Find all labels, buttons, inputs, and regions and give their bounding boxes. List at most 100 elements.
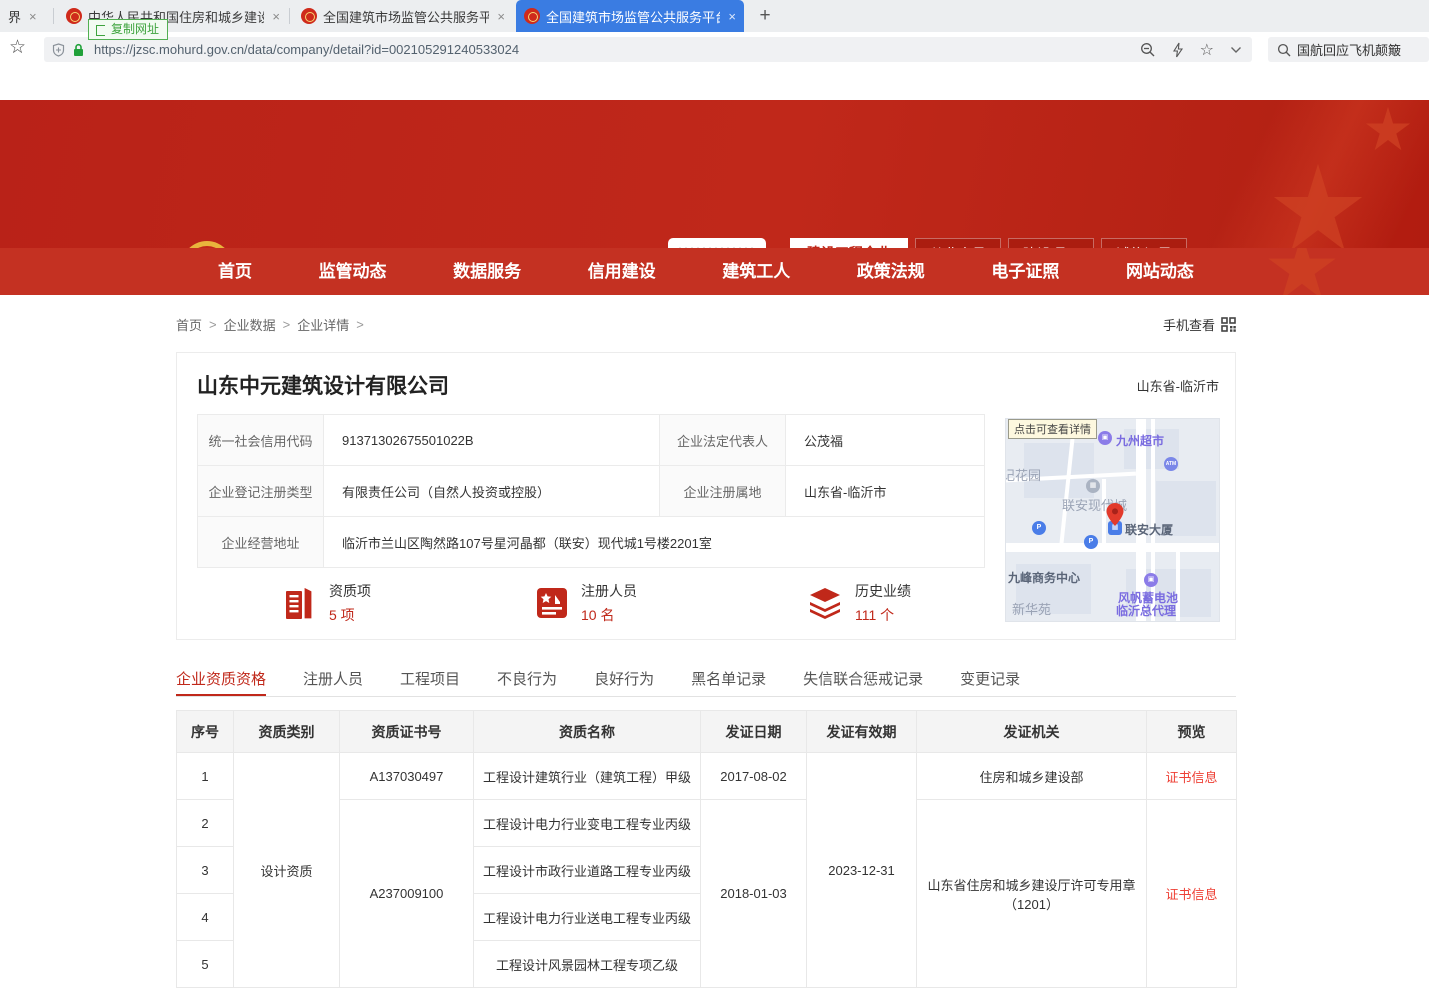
zoom-out-icon[interactable] bbox=[1140, 42, 1156, 58]
new-tab-button[interactable]: + bbox=[752, 4, 778, 28]
address-bar[interactable]: https://jzsc.mohurd.gov.cn/data/company/… bbox=[44, 37, 1252, 62]
breadcrumb-company-data[interactable]: 企业数据 bbox=[224, 315, 276, 334]
site-favicon bbox=[524, 8, 540, 24]
battery-shop-poi-icon[interactable]: ▣ bbox=[1144, 573, 1158, 587]
tab-bad-behavior[interactable]: 不良行为 bbox=[497, 666, 557, 696]
stat-value: 10 名 bbox=[581, 605, 637, 625]
tab-close-icon[interactable]: × bbox=[29, 9, 37, 24]
nav-site-news[interactable]: 网站动态 bbox=[1126, 248, 1194, 295]
decorative-star-icon bbox=[1267, 248, 1337, 295]
map-label: 临沂总代理 bbox=[1116, 602, 1176, 619]
chevron-down-icon[interactable] bbox=[1230, 46, 1242, 54]
credit-code-value: 91371302675501022B bbox=[324, 415, 660, 466]
tab-separator bbox=[53, 8, 54, 24]
company-info-table: 统一社会信用代码 91371302675501022B 企业法定代表人 公茂福 … bbox=[197, 414, 985, 568]
site-header: 中华人民共和国住房和城乡建设部www.mohurd.gov.cn 全国建筑市场监… bbox=[0, 100, 1429, 248]
nav-credit[interactable]: 信用建设 bbox=[588, 248, 656, 295]
tab-title: 全国建筑市场监管公共服务平台 bbox=[546, 7, 720, 26]
nav-home[interactable]: 首页 bbox=[218, 248, 252, 295]
map-label: 联安大厦 bbox=[1125, 521, 1173, 538]
certificate-info-link[interactable]: 证书信息 bbox=[1147, 753, 1237, 800]
map-label: 记花园 bbox=[1005, 465, 1041, 484]
stat-label: 历史业绩 bbox=[855, 581, 911, 601]
certificate-info-link[interactable]: 证书信息 bbox=[1147, 800, 1237, 988]
search-tab-personnel[interactable]: 从业人员 bbox=[915, 238, 1001, 248]
stat-registered-personnel[interactable]: 注册人员 10 名 bbox=[535, 581, 637, 625]
tab-close-icon[interactable]: × bbox=[272, 9, 280, 24]
copy-url-tooltip[interactable]: 复制网址 bbox=[88, 19, 168, 40]
breadcrumb: 首页 > 企业数据 > 企业详情 > bbox=[176, 315, 364, 334]
nav-data-service[interactable]: 数据服务 bbox=[453, 248, 521, 295]
search-tab-project[interactable]: 建设项目 bbox=[1008, 238, 1094, 248]
field-label: 企业经营地址 bbox=[198, 517, 324, 568]
seq-cell: 5 bbox=[177, 941, 234, 988]
browser-search-box[interactable]: 国航回应飞机颠簸 bbox=[1268, 37, 1429, 62]
shield-icon[interactable] bbox=[52, 43, 65, 57]
breadcrumb-home[interactable]: 首页 bbox=[176, 315, 202, 334]
lightning-icon[interactable] bbox=[1172, 42, 1184, 58]
qualification-name-cell: 工程设计电力行业变电工程专业丙级 bbox=[474, 800, 701, 847]
search-icon bbox=[1277, 43, 1291, 57]
breadcrumb-separator: > bbox=[283, 317, 291, 332]
stat-track-record[interactable]: 历史业绩111 个 bbox=[807, 581, 911, 625]
company-region: 山东省-临沂市 bbox=[1137, 376, 1219, 395]
nav-workers[interactable]: 建筑工人 bbox=[722, 248, 790, 295]
https-lock-icon[interactable] bbox=[73, 43, 84, 57]
address-bar-actions: ☆ bbox=[1140, 37, 1242, 62]
nav-e-license[interactable]: 电子证照 bbox=[991, 248, 1059, 295]
location-pin-icon[interactable] bbox=[1106, 503, 1124, 527]
stat-label: 注册人员 bbox=[581, 581, 637, 601]
tab-dishonesty[interactable]: 失信联合惩戒记录 bbox=[803, 666, 923, 696]
nav-supervision[interactable]: 监管动态 bbox=[319, 248, 387, 295]
mobile-view-link[interactable]: 手机查看 bbox=[1163, 315, 1236, 334]
tab-close-icon[interactable]: × bbox=[497, 9, 505, 24]
browser-tab-partial[interactable]: 界 × bbox=[0, 0, 48, 32]
valid-until-cell: 2023-12-31 bbox=[807, 753, 917, 988]
breadcrumb-separator: > bbox=[209, 317, 217, 332]
tab-blacklist[interactable]: 黑名单记录 bbox=[691, 666, 766, 696]
tab-registered-personnel[interactable]: 注册人员 bbox=[303, 666, 363, 696]
search-tab-credit[interactable]: 诚信记录 bbox=[1101, 238, 1187, 248]
category-cell: 设计资质 bbox=[234, 753, 340, 988]
field-label: 统一社会信用代码 bbox=[198, 415, 324, 466]
atm-poi-icon[interactable]: ATM bbox=[1164, 457, 1178, 471]
breadcrumb-separator: > bbox=[356, 317, 364, 332]
column-header: 资质名称 bbox=[474, 711, 701, 753]
browser-tab-strip: 界 × 中华人民共和国住房和城乡建设 × 全国建筑市场监管公共服务平台 × 全国… bbox=[0, 0, 1429, 32]
search-category-tabs: 建设工程企业 从业人员 建设项目 诚信记录 bbox=[790, 238, 1237, 248]
tab-good-behavior[interactable]: 良好行为 bbox=[594, 666, 654, 696]
browser-window: 界 × 中华人民共和国住房和城乡建设 × 全国建筑市场监管公共服务平台 × 全国… bbox=[0, 0, 1429, 996]
browser-tab-jzsc[interactable]: 全国建筑市场监管公共服务平台 × bbox=[293, 0, 513, 32]
tab-projects[interactable]: 工程项目 bbox=[400, 666, 460, 696]
tab-change-records[interactable]: 变更记录 bbox=[960, 666, 1020, 696]
cert-no-cell: A237009100 bbox=[340, 800, 474, 988]
history-layers-icon bbox=[807, 586, 843, 620]
favorite-star-icon[interactable]: ☆ bbox=[1200, 40, 1214, 60]
field-label: 企业登记注册类型 bbox=[198, 466, 324, 517]
tab-qualifications[interactable]: 企业资质资格 bbox=[176, 666, 266, 696]
tab-title: 全国建筑市场监管公共服务平台 bbox=[323, 7, 489, 26]
nav-policy[interactable]: 政策法规 bbox=[857, 248, 925, 295]
company-stats: 资质项5 项 注册人员 10 名 历史业绩111 个 bbox=[177, 581, 997, 631]
stat-qualifications[interactable]: 资质项5 项 bbox=[283, 581, 371, 625]
site-favicon bbox=[66, 8, 82, 24]
tab-separator bbox=[289, 8, 290, 24]
seq-cell: 1 bbox=[177, 753, 234, 800]
main-navigation: 首页 监管动态 数据服务 信用建设 建筑工人 政策法规 电子证照 网站动态 bbox=[0, 248, 1429, 295]
breadcrumb-company-detail[interactable]: 企业详情 bbox=[297, 315, 349, 334]
parking-poi-icon[interactable]: P bbox=[1032, 521, 1046, 535]
mobile-view-label: 手机查看 bbox=[1163, 315, 1215, 334]
search-tab-enterprise[interactable]: 建设工程企业 bbox=[790, 238, 908, 248]
qualification-name-cell: 工程设计风景园林工程专项乙级 bbox=[474, 941, 701, 988]
bookmark-star-icon[interactable]: ☆ bbox=[9, 36, 26, 59]
url-text[interactable]: https://jzsc.mohurd.gov.cn/data/company/… bbox=[94, 42, 519, 57]
registration-type-value: 有限责任公司（自然人投资或控股） bbox=[324, 466, 660, 517]
supermarket-poi-icon[interactable]: ▣ bbox=[1098, 431, 1112, 445]
column-header: 发证有效期 bbox=[807, 711, 917, 753]
browser-tab-active[interactable]: 全国建筑市场监管公共服务平台 × bbox=[516, 0, 744, 32]
parking-poi-icon[interactable]: P bbox=[1084, 535, 1098, 549]
building-poi-icon[interactable]: ▦ bbox=[1086, 479, 1100, 493]
registered-region-value: 山东省-临沂市 bbox=[786, 466, 985, 517]
tab-close-icon[interactable]: × bbox=[728, 9, 736, 24]
location-map[interactable]: 点击可查看详情 ▣ 九州超市 ATM 记花园 ▦ 联安现代城 ▦ 联安大厦 P … bbox=[1005, 418, 1220, 622]
